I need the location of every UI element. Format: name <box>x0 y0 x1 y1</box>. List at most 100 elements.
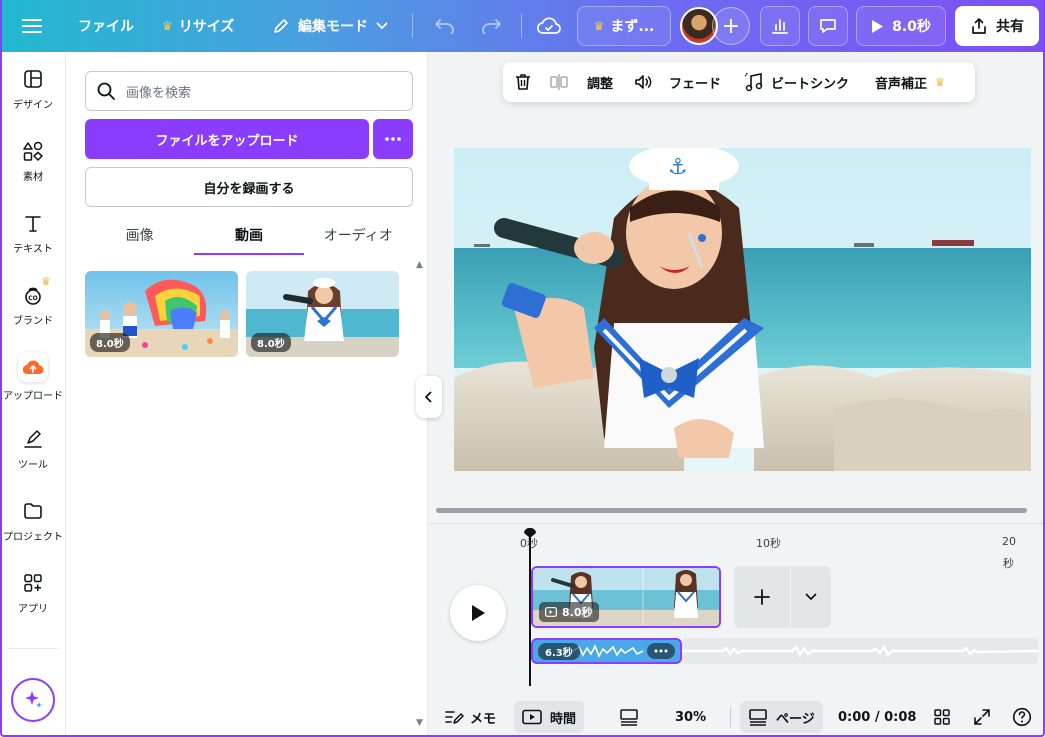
chevron-down-icon <box>805 593 817 601</box>
search-placeholder: 画像を検索 <box>126 85 192 101</box>
undo-icon[interactable] <box>434 0 456 52</box>
rail-item-apps[interactable]: アプリ <box>0 561 66 625</box>
pages-icon <box>748 708 768 726</box>
tab-videos[interactable]: 動画 <box>194 215 304 255</box>
notes-button[interactable]: メモ <box>444 697 496 737</box>
edit-mode-dropdown[interactable]: 編集モード <box>272 0 388 52</box>
audio-enhance-button[interactable]: 音声補正 ♛ <box>875 62 945 102</box>
play-button[interactable] <box>450 585 506 641</box>
audio-clip[interactable]: 6.3秒 <box>531 638 682 664</box>
redo-icon[interactable] <box>480 0 502 52</box>
edit-mode-label: 編集モード <box>298 19 368 35</box>
media-tabs: 画像 動画 オーディオ <box>85 215 413 255</box>
audio-clip-menu-button[interactable] <box>647 643 675 659</box>
pages-button[interactable]: ページ <box>740 701 823 733</box>
time-label: 時間 <box>550 711 577 727</box>
resize-label: リサイズ <box>178 19 235 35</box>
notes-label: メモ <box>470 711 497 727</box>
menu-icon[interactable] <box>22 0 42 52</box>
scroll-down-arrow-icon[interactable]: ▼ <box>416 718 423 728</box>
comment-icon[interactable] <box>808 6 848 46</box>
adjust-button[interactable]: 調整 <box>587 62 613 102</box>
insights-icon[interactable] <box>760 6 800 46</box>
more-options-button[interactable] <box>373 119 413 159</box>
share-icon <box>970 17 988 35</box>
divider <box>521 14 522 38</box>
crown-icon: ♛ <box>935 75 945 89</box>
tab-audio[interactable]: オーディオ <box>304 215 413 255</box>
crown-icon: ♛ <box>162 19 173 33</box>
video-clip[interactable]: 8.0秒 <box>531 566 721 628</box>
timecode: 0:00 / 0:08 <box>838 709 917 725</box>
plus-icon <box>753 588 771 606</box>
share-button[interactable]: 共有 <box>955 6 1039 46</box>
rail-item-projects[interactable]: プロジェクト <box>0 489 66 553</box>
rail-item-tools[interactable]: ツール <box>0 417 66 481</box>
rail-item-text[interactable]: テキスト <box>0 201 66 265</box>
file-menu[interactable]: ファイル <box>78 0 134 52</box>
chevron-left-icon <box>425 391 433 403</box>
tab-images[interactable]: 画像 <box>85 215 194 255</box>
fullscreen-icon[interactable] <box>973 697 991 737</box>
present-button[interactable]: 8.0秒 <box>856 6 946 46</box>
rail-item-brand[interactable]: CO ♛ ブランド <box>0 273 66 337</box>
audio-waveform-track <box>682 638 1038 664</box>
beat-sync-button[interactable]: ビートシンク <box>743 62 849 102</box>
magic-assistant-button[interactable] <box>11 678 55 722</box>
sparkle-icon <box>22 689 44 711</box>
divider <box>730 707 731 727</box>
more-icon <box>385 137 401 141</box>
rail-item-label: テキスト <box>13 244 53 255</box>
grid-view-icon[interactable] <box>933 697 951 737</box>
chevron-down-icon <box>376 22 388 30</box>
duration-label: 8.0秒 <box>892 19 931 35</box>
upload-files-button[interactable]: ファイルをアップロード <box>85 119 369 159</box>
canvas-scrollbar[interactable] <box>436 508 1027 513</box>
add-clip-options-button[interactable] <box>791 566 831 628</box>
playhead[interactable] <box>524 528 536 686</box>
clip-duration-badge: 8.0秒 <box>539 602 599 622</box>
share-label: 共有 <box>996 19 1024 35</box>
zoom-level[interactable]: 30% <box>675 697 706 737</box>
design-title-button[interactable]: ♛ まず... <box>577 6 671 46</box>
record-yourself-button[interactable]: 自分を録画する <box>85 167 413 207</box>
rail-item-label: ブランド <box>13 316 53 327</box>
add-clip-area <box>734 566 831 628</box>
tick-label: 秒 <box>1003 557 1014 570</box>
add-clip-button[interactable] <box>734 566 790 628</box>
beat-sync-label: ビートシンク <box>771 76 850 92</box>
rail-item-label: アップロード <box>3 391 63 402</box>
layout-icon <box>21 67 45 91</box>
tick-label: 20 <box>1002 535 1016 548</box>
fade-button[interactable]: フェード <box>633 62 721 102</box>
video-thumbnail[interactable]: 8.0秒 <box>85 271 238 357</box>
split-icon[interactable] <box>549 62 569 102</box>
rail-item-uploads[interactable]: アップロード <box>0 345 66 409</box>
rail-item-elements[interactable]: 素材 <box>0 129 66 193</box>
top-bar: ファイル ♛ リサイズ 編集モード ♛ まず... + 8.0秒 共有 <box>0 0 1045 52</box>
design-canvas[interactable]: ⚓ <box>454 148 1031 471</box>
bottom-bar: メモ 時間 30% ページ 0:00 / 0:08 <box>430 697 1045 737</box>
apps-icon <box>21 571 45 595</box>
svg-text:CO: CO <box>28 295 38 302</box>
crown-icon: ♛ <box>593 19 605 33</box>
video-icon <box>522 709 542 725</box>
help-icon[interactable] <box>1012 697 1032 737</box>
cloud-saved-icon[interactable] <box>537 0 561 52</box>
design-title: まず... <box>610 19 655 35</box>
video-thumbnail[interactable]: 8.0秒 <box>246 271 399 357</box>
crown-icon: ♛ <box>41 275 51 288</box>
timeline-toggle-button[interactable]: 時間 <box>514 701 585 733</box>
more-icon <box>654 649 668 653</box>
collapse-panel-button[interactable] <box>416 376 442 418</box>
audio-duration-badge: 6.3秒 <box>538 643 580 660</box>
zoom-fit-icon[interactable] <box>619 697 639 737</box>
pages-label: ページ <box>776 711 815 727</box>
search-input[interactable]: 画像を検索 <box>85 71 413 111</box>
rail-item-design[interactable]: デザイン <box>0 57 66 121</box>
resize-menu[interactable]: ♛ リサイズ <box>162 0 234 52</box>
scroll-up-arrow-icon[interactable]: ▲ <box>416 260 423 270</box>
add-collaborator-button[interactable]: + <box>712 0 750 52</box>
fade-label: フェード <box>669 76 722 92</box>
trash-icon[interactable] <box>513 62 533 102</box>
